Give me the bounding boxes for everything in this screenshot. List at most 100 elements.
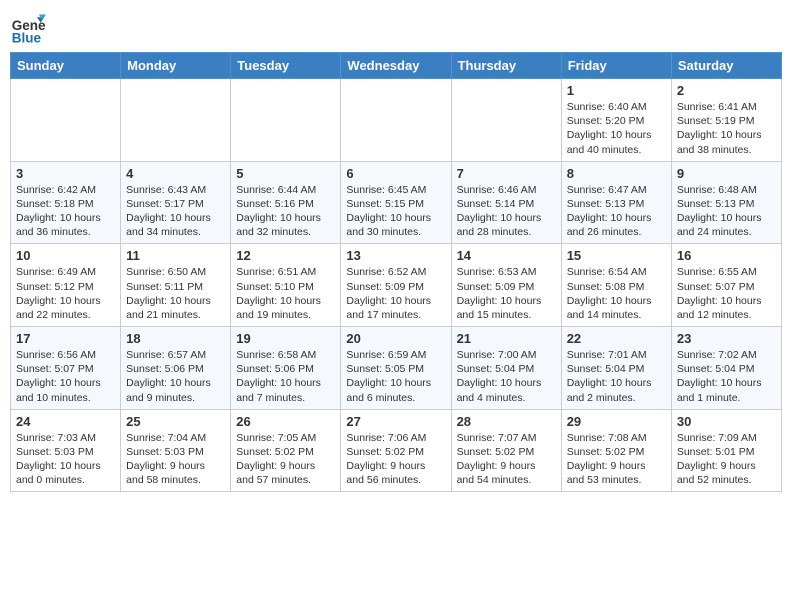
calendar-cell: 17Sunrise: 6:56 AM Sunset: 5:07 PM Dayli… bbox=[11, 327, 121, 410]
logo: General Blue bbox=[10, 10, 50, 46]
day-info: Sunrise: 6:46 AM Sunset: 5:14 PM Dayligh… bbox=[457, 183, 556, 240]
calendar-cell: 5 Sunrise: 6:44 AM Sunset: 5:16 PM Daylig… bbox=[231, 161, 341, 244]
calendar-cell: 11 Sunrise: 6:50 AM Sunset: 5:11 PM Dayli… bbox=[121, 244, 231, 327]
day-info: Sunrise: 6:51 AM Sunset: 5:10 PM Dayligh… bbox=[236, 265, 335, 322]
day-info: Sunrise: 6:43 AM Sunset: 5:17 PM Dayligh… bbox=[126, 183, 225, 240]
day-number: 11 bbox=[126, 248, 225, 263]
day-number: 1 bbox=[567, 83, 666, 98]
day-header-thursday: Thursday bbox=[451, 53, 561, 79]
day-header-monday: Monday bbox=[121, 53, 231, 79]
calendar-cell: 12 Sunrise: 6:51 AM Sunset: 5:10 PM Dayli… bbox=[231, 244, 341, 327]
calendar-cell: 15Sunrise: 6:54 AM Sunset: 5:08 PM Dayli… bbox=[561, 244, 671, 327]
day-number: 19 bbox=[236, 331, 335, 346]
day-number: 2 bbox=[677, 83, 776, 98]
calendar-cell: 14 Sunrise: 6:53 AM Sunset: 5:09 PM Dayli… bbox=[451, 244, 561, 327]
day-number: 12 bbox=[236, 248, 335, 263]
day-info: Sunrise: 6:44 AM Sunset: 5:16 PM Dayligh… bbox=[236, 183, 335, 240]
day-info: Sunrise: 7:09 AM Sunset: 5:01 PM Dayligh… bbox=[677, 431, 776, 488]
day-header-sunday: Sunday bbox=[11, 53, 121, 79]
calendar-cell: 18 Sunrise: 6:57 AM Sunset: 5:06 PM Dayli… bbox=[121, 327, 231, 410]
day-info: Sunrise: 7:08 AM Sunset: 5:02 PM Dayligh… bbox=[567, 431, 666, 488]
calendar-cell bbox=[451, 79, 561, 162]
calendar-cell: 4 Sunrise: 6:43 AM Sunset: 5:17 PM Daylig… bbox=[121, 161, 231, 244]
day-info: Sunrise: 7:01 AM Sunset: 5:04 PM Dayligh… bbox=[567, 348, 666, 405]
day-info: Sunrise: 6:57 AM Sunset: 5:06 PM Dayligh… bbox=[126, 348, 225, 405]
day-header-saturday: Saturday bbox=[671, 53, 781, 79]
day-info: Sunrise: 6:48 AM Sunset: 5:13 PM Dayligh… bbox=[677, 183, 776, 240]
calendar-cell bbox=[231, 79, 341, 162]
day-number: 16 bbox=[677, 248, 776, 263]
day-number: 20 bbox=[346, 331, 445, 346]
calendar-cell: 21Sunrise: 7:00 AM Sunset: 5:04 PM Dayli… bbox=[451, 327, 561, 410]
day-number: 5 bbox=[236, 166, 335, 181]
day-info: Sunrise: 6:42 AM Sunset: 5:18 PM Dayligh… bbox=[16, 183, 115, 240]
day-info: Sunrise: 6:49 AM Sunset: 5:12 PM Dayligh… bbox=[16, 265, 115, 322]
day-number: 4 bbox=[126, 166, 225, 181]
calendar-cell: 19 Sunrise: 6:58 AM Sunset: 5:06 PM Dayli… bbox=[231, 327, 341, 410]
day-header-tuesday: Tuesday bbox=[231, 53, 341, 79]
day-info: Sunrise: 6:47 AM Sunset: 5:13 PM Dayligh… bbox=[567, 183, 666, 240]
day-number: 22 bbox=[567, 331, 666, 346]
week-row-4: 17Sunrise: 6:56 AM Sunset: 5:07 PM Dayli… bbox=[11, 327, 782, 410]
calendar-cell: 7Sunrise: 6:46 AM Sunset: 5:14 PM Daylig… bbox=[451, 161, 561, 244]
calendar-cell: 9 Sunrise: 6:48 AM Sunset: 5:13 PM Daylig… bbox=[671, 161, 781, 244]
week-row-2: 3 Sunrise: 6:42 AM Sunset: 5:18 PM Daylig… bbox=[11, 161, 782, 244]
week-row-3: 10 Sunrise: 6:49 AM Sunset: 5:12 PM Dayli… bbox=[11, 244, 782, 327]
calendar-cell: 23 Sunrise: 7:02 AM Sunset: 5:04 PM Dayli… bbox=[671, 327, 781, 410]
logo-icon: General Blue bbox=[10, 10, 46, 46]
day-number: 26 bbox=[236, 414, 335, 429]
day-info: Sunrise: 7:00 AM Sunset: 5:04 PM Dayligh… bbox=[457, 348, 556, 405]
day-info: Sunrise: 7:03 AM Sunset: 5:03 PM Dayligh… bbox=[16, 431, 115, 488]
calendar-cell: 6 Sunrise: 6:45 AM Sunset: 5:15 PM Daylig… bbox=[341, 161, 451, 244]
svg-text:Blue: Blue bbox=[12, 30, 42, 45]
day-number: 28 bbox=[457, 414, 556, 429]
calendar-table: SundayMondayTuesdayWednesdayThursdayFrid… bbox=[10, 52, 782, 492]
day-number: 6 bbox=[346, 166, 445, 181]
calendar-cell: 27 Sunrise: 7:06 AM Sunset: 5:02 PM Dayli… bbox=[341, 409, 451, 492]
calendar-cell bbox=[121, 79, 231, 162]
day-info: Sunrise: 7:04 AM Sunset: 5:03 PM Dayligh… bbox=[126, 431, 225, 488]
day-info: Sunrise: 6:53 AM Sunset: 5:09 PM Dayligh… bbox=[457, 265, 556, 322]
day-info: Sunrise: 6:50 AM Sunset: 5:11 PM Dayligh… bbox=[126, 265, 225, 322]
day-number: 8 bbox=[567, 166, 666, 181]
day-number: 30 bbox=[677, 414, 776, 429]
day-number: 27 bbox=[346, 414, 445, 429]
day-number: 14 bbox=[457, 248, 556, 263]
day-number: 13 bbox=[346, 248, 445, 263]
calendar-cell: 30 Sunrise: 7:09 AM Sunset: 5:01 PM Dayli… bbox=[671, 409, 781, 492]
calendar-cell: 8 Sunrise: 6:47 AM Sunset: 5:13 PM Daylig… bbox=[561, 161, 671, 244]
day-info: Sunrise: 6:55 AM Sunset: 5:07 PM Dayligh… bbox=[677, 265, 776, 322]
calendar-cell: 13 Sunrise: 6:52 AM Sunset: 5:09 PM Dayli… bbox=[341, 244, 451, 327]
day-info: Sunrise: 6:41 AM Sunset: 5:19 PM Dayligh… bbox=[677, 100, 776, 157]
day-number: 3 bbox=[16, 166, 115, 181]
calendar-cell: 26Sunrise: 7:05 AM Sunset: 5:02 PM Dayli… bbox=[231, 409, 341, 492]
day-info: Sunrise: 6:58 AM Sunset: 5:06 PM Dayligh… bbox=[236, 348, 335, 405]
calendar-cell: 22 Sunrise: 7:01 AM Sunset: 5:04 PM Dayli… bbox=[561, 327, 671, 410]
day-info: Sunrise: 6:52 AM Sunset: 5:09 PM Dayligh… bbox=[346, 265, 445, 322]
calendar-cell: 10 Sunrise: 6:49 AM Sunset: 5:12 PM Dayli… bbox=[11, 244, 121, 327]
calendar-cell: 2 Sunrise: 6:41 AM Sunset: 5:19 PM Daylig… bbox=[671, 79, 781, 162]
calendar-cell: 29 Sunrise: 7:08 AM Sunset: 5:02 PM Dayli… bbox=[561, 409, 671, 492]
day-info: Sunrise: 7:06 AM Sunset: 5:02 PM Dayligh… bbox=[346, 431, 445, 488]
calendar-header-row: SundayMondayTuesdayWednesdayThursdayFrid… bbox=[11, 53, 782, 79]
calendar-cell: 3 Sunrise: 6:42 AM Sunset: 5:18 PM Daylig… bbox=[11, 161, 121, 244]
day-info: Sunrise: 6:45 AM Sunset: 5:15 PM Dayligh… bbox=[346, 183, 445, 240]
day-number: 23 bbox=[677, 331, 776, 346]
calendar-cell: 1Sunrise: 6:40 AM Sunset: 5:20 PM Daylig… bbox=[561, 79, 671, 162]
day-header-friday: Friday bbox=[561, 53, 671, 79]
day-number: 10 bbox=[16, 248, 115, 263]
day-info: Sunrise: 6:59 AM Sunset: 5:05 PM Dayligh… bbox=[346, 348, 445, 405]
week-row-1: 1Sunrise: 6:40 AM Sunset: 5:20 PM Daylig… bbox=[11, 79, 782, 162]
calendar-cell bbox=[341, 79, 451, 162]
calendar-cell: 25Sunrise: 7:04 AM Sunset: 5:03 PM Dayli… bbox=[121, 409, 231, 492]
day-number: 24 bbox=[16, 414, 115, 429]
calendar-cell: 24 Sunrise: 7:03 AM Sunset: 5:03 PM Dayli… bbox=[11, 409, 121, 492]
calendar-cell: 20 Sunrise: 6:59 AM Sunset: 5:05 PM Dayli… bbox=[341, 327, 451, 410]
calendar-cell: 28Sunrise: 7:07 AM Sunset: 5:02 PM Dayli… bbox=[451, 409, 561, 492]
day-number: 17 bbox=[16, 331, 115, 346]
day-number: 9 bbox=[677, 166, 776, 181]
day-number: 18 bbox=[126, 331, 225, 346]
day-info: Sunrise: 7:02 AM Sunset: 5:04 PM Dayligh… bbox=[677, 348, 776, 405]
day-number: 29 bbox=[567, 414, 666, 429]
week-row-5: 24 Sunrise: 7:03 AM Sunset: 5:03 PM Dayli… bbox=[11, 409, 782, 492]
